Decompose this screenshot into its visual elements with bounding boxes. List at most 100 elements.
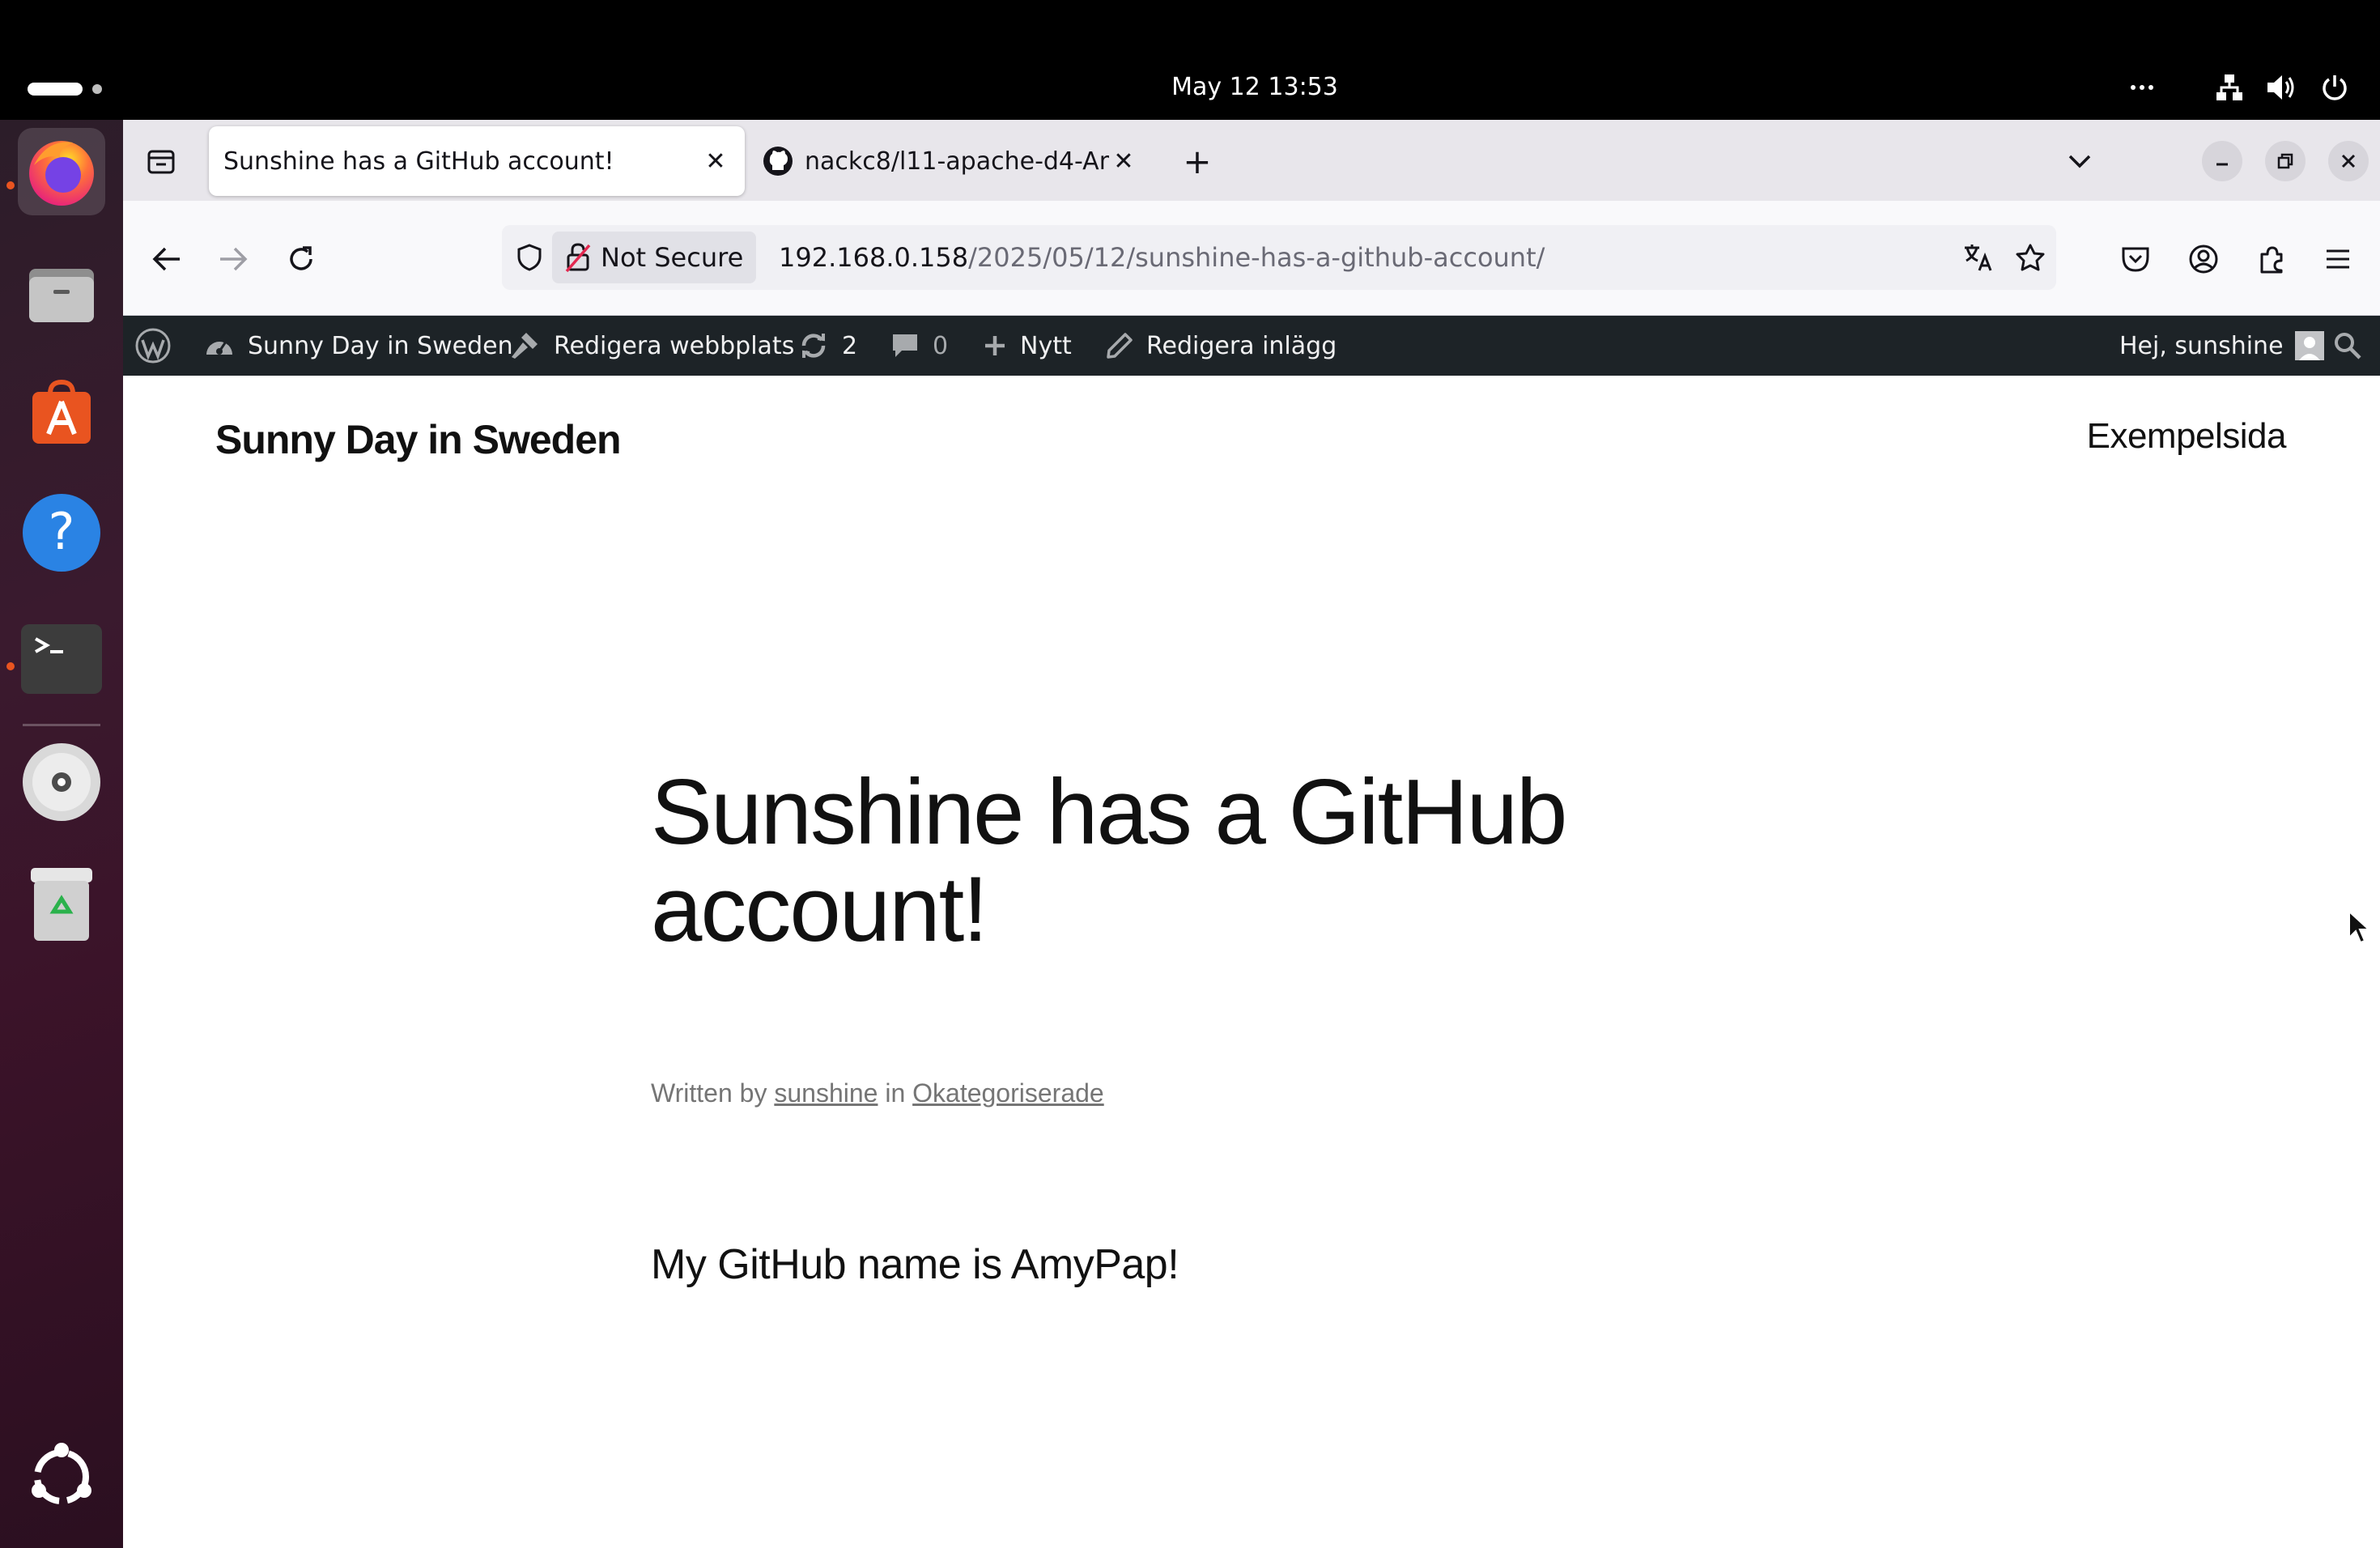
- dock-show-apps[interactable]: [18, 1433, 105, 1520]
- updates-icon: [801, 334, 826, 358]
- dock-app-center[interactable]: [18, 369, 105, 457]
- disc-icon: [23, 743, 100, 821]
- wp-logo-menu[interactable]: [134, 316, 172, 376]
- volume-icon[interactable]: [2263, 70, 2299, 105]
- dock-help[interactable]: ?: [18, 489, 105, 576]
- github-icon: [763, 147, 793, 176]
- pocket-icon: [2122, 247, 2149, 272]
- tab-github[interactable]: nackc8/l11-apache-d4-AmyPap ✕: [748, 126, 1153, 196]
- tab-strip: Sunshine has a GitHub account! ✕ nackc8/…: [123, 120, 2380, 201]
- tracking-protection-button[interactable]: [510, 238, 549, 277]
- post-title: Sunshine has a GitHub account!: [651, 761, 1567, 961]
- arrow-left-icon: [152, 247, 180, 271]
- reload-button[interactable]: [278, 236, 324, 282]
- account-button[interactable]: [2181, 236, 2226, 282]
- trash-icon: [31, 868, 92, 941]
- arrow-right-icon: [220, 247, 248, 271]
- network-icon[interactable]: [2212, 70, 2247, 105]
- admin-bar-edit-post[interactable]: Redigera inlägg: [1106, 316, 1337, 376]
- clock[interactable]: May 12 13:53: [1085, 70, 1425, 105]
- running-indicator: [6, 181, 15, 189]
- bookmark-button[interactable]: [2011, 238, 2050, 277]
- restore-button[interactable]: [2265, 141, 2306, 181]
- admin-bar-updates-count: 2: [842, 331, 858, 360]
- power-icon[interactable]: [2317, 70, 2352, 105]
- admin-bar-customize[interactable]: Redigera webbplats: [508, 316, 794, 376]
- translate-icon: [1965, 245, 1992, 271]
- pocket-button[interactable]: [2113, 236, 2158, 282]
- tab-title: nackc8/l11-apache-d4-AmyPap: [805, 147, 1109, 176]
- dock-disc[interactable]: [18, 738, 105, 826]
- star-icon: [2016, 244, 2045, 271]
- mouse-cursor-icon: [2348, 910, 2370, 944]
- admin-bar-site-label: Sunny Day in Sweden: [248, 331, 513, 360]
- hamburger-menu-icon: [2327, 249, 2349, 269]
- forward-button[interactable]: [210, 236, 256, 282]
- chevron-down-icon: [2068, 155, 2091, 168]
- app-menu-button[interactable]: [2315, 236, 2361, 282]
- wp-admin-bar: Sunny Day in Sweden Redigera webbplats 2…: [123, 316, 2380, 376]
- list-all-tabs-button[interactable]: [2058, 139, 2102, 183]
- dock-separator: [23, 724, 100, 726]
- category-link[interactable]: Okategoriserade: [912, 1078, 1104, 1108]
- close-window-button[interactable]: [2328, 141, 2369, 181]
- tab-close-icon[interactable]: ✕: [701, 147, 730, 176]
- admin-bar-site-name[interactable]: Sunny Day in Sweden: [204, 316, 513, 376]
- author-link[interactable]: sunshine: [774, 1078, 878, 1108]
- dock-files[interactable]: [18, 251, 105, 338]
- minimize-icon: [2216, 163, 2228, 166]
- admin-bar-updates[interactable]: 2: [798, 316, 857, 376]
- close-icon: [2341, 154, 2356, 168]
- firefox-icon: [29, 141, 94, 206]
- admin-bar-comments-count: 0: [933, 331, 949, 360]
- pencil-icon: [1107, 333, 1133, 359]
- extensions-button[interactable]: [2249, 236, 2294, 282]
- brush-icon: [512, 333, 538, 359]
- dock-firefox[interactable]: [18, 128, 105, 215]
- comment-icon: [893, 334, 917, 357]
- avatar: [2294, 331, 2324, 360]
- firefox-view-icon: [147, 150, 175, 174]
- new-tab-button[interactable]: +: [1175, 139, 1219, 183]
- admin-bar-my-account[interactable]: Hej, sunshine: [2119, 316, 2324, 376]
- restore-icon: [2277, 153, 2293, 169]
- more-options-icon[interactable]: [2124, 70, 2160, 105]
- site-security-button[interactable]: Not Secure: [552, 232, 757, 283]
- dashboard-icon: [206, 341, 232, 355]
- nav-link-exempelsida[interactable]: Exempelsida: [2087, 416, 2287, 457]
- minimize-button[interactable]: [2202, 141, 2242, 181]
- not-secure-label: Not Secure: [601, 242, 744, 273]
- tab-title: Sunshine has a GitHub account!: [223, 147, 614, 176]
- admin-bar-new-content[interactable]: Nytt: [983, 316, 1072, 376]
- translate-button[interactable]: [1959, 238, 1998, 277]
- admin-bar-new-label: Nytt: [1020, 331, 1072, 360]
- tab-close-icon[interactable]: ✕: [1109, 147, 1138, 176]
- site-title[interactable]: Sunny Day in Sweden: [215, 416, 622, 463]
- plus-icon: [985, 336, 1005, 355]
- firefox-view-button[interactable]: [139, 139, 183, 183]
- search-icon: [2335, 333, 2361, 359]
- admin-bar-greeting: Hej, sunshine: [2119, 331, 2284, 360]
- account-icon: [2189, 245, 2218, 274]
- reload-icon: [290, 246, 312, 270]
- admin-bar-search[interactable]: [2333, 316, 2362, 376]
- byline-middle: in: [878, 1078, 913, 1108]
- address-bar[interactable]: Not Secure 192.168.0.158/2025/05/12/suns…: [502, 225, 2056, 290]
- tab-active[interactable]: Sunshine has a GitHub account! ✕: [209, 126, 745, 196]
- firefox-window: Sunshine has a GitHub account! ✕ nackc8/…: [123, 120, 2380, 1548]
- admin-bar-edit-label: Redigera inlägg: [1146, 331, 1337, 360]
- dock-terminal[interactable]: [18, 615, 105, 703]
- url-host: 192.168.0.158: [779, 242, 969, 273]
- ubuntu-logo-icon: [32, 1443, 91, 1504]
- url-path: /2025/05/12/sunshine-has-a-github-accoun…: [968, 242, 1545, 273]
- back-button[interactable]: [144, 236, 189, 282]
- activities-indicator[interactable]: [28, 83, 83, 96]
- files-icon: [29, 269, 94, 322]
- terminal-icon: [21, 624, 102, 694]
- admin-bar-customize-label: Redigera webbplats: [554, 331, 795, 360]
- byline-prefix: Written by: [651, 1078, 775, 1108]
- url-text[interactable]: 192.168.0.158/2025/05/12/sunshine-has-a-…: [779, 225, 1545, 290]
- dock: ?: [0, 120, 123, 1548]
- admin-bar-comments[interactable]: 0: [890, 316, 948, 376]
- dock-trash[interactable]: [18, 860, 105, 947]
